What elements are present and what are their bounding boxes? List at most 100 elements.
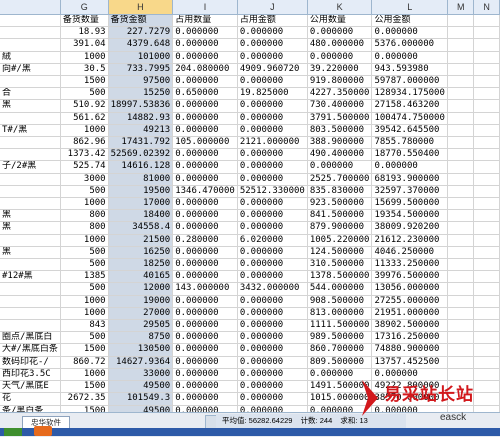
table-cell[interactable]: 17431.792	[108, 136, 174, 150]
empty-cell[interactable]	[473, 51, 500, 64]
table-cell[interactable]: 1500	[60, 75, 109, 89]
table-cell[interactable]: 943.593980	[371, 63, 449, 77]
table-cell[interactable]: 39542.645500	[371, 124, 449, 138]
table-cell[interactable]: 733.7995	[108, 63, 174, 77]
table-cell[interactable]: 49213	[108, 124, 174, 138]
empty-cell[interactable]	[447, 258, 475, 272]
row-label-cell[interactable]: 子/2#黑	[0, 160, 61, 174]
table-cell[interactable]: 0.000000	[172, 307, 238, 321]
table-cell[interactable]: 0.000000	[237, 258, 308, 272]
table-cell[interactable]: 0.000000	[172, 343, 238, 357]
table-cell[interactable]: 公用数量	[307, 14, 373, 28]
start-button[interactable]	[4, 428, 22, 436]
empty-cell[interactable]	[447, 234, 475, 247]
table-cell[interactable]: 49500	[108, 380, 174, 394]
table-cell[interactable]: 500	[60, 87, 109, 101]
data-grid[interactable]: G H I J K L M N 备货数量 备货金额 占用数量 占用金额 公用数量 公用金额…	[0, 0, 500, 436]
table-cell[interactable]: 0.000000	[172, 380, 238, 394]
table-cell[interactable]: 0.000000	[172, 209, 238, 223]
empty-cell[interactable]	[447, 221, 475, 235]
table-cell[interactable]: 占用数量	[172, 14, 238, 28]
table-cell[interactable]: 1385	[60, 270, 109, 284]
table-cell[interactable]: 13757.452500	[371, 356, 449, 369]
row-label-cell[interactable]	[0, 112, 61, 125]
table-cell[interactable]: 74880.900000	[371, 343, 449, 357]
table-cell[interactable]: 68193.900000	[371, 173, 449, 186]
row-label-cell[interactable]	[0, 14, 61, 28]
row-label-cell[interactable]: 黑	[0, 209, 61, 223]
table-cell[interactable]: 0.000000	[237, 307, 308, 321]
empty-cell[interactable]	[447, 112, 475, 125]
table-cell[interactable]: 500	[60, 282, 109, 296]
table-cell[interactable]: 0.280000	[172, 234, 238, 247]
table-cell[interactable]: 500	[60, 331, 109, 345]
row-label-cell[interactable]	[0, 319, 61, 333]
table-cell[interactable]: 0.000000	[371, 26, 449, 40]
table-cell[interactable]: 227.7279	[108, 26, 174, 40]
row-label-cell[interactable]: 数码印花-/	[0, 356, 61, 369]
empty-cell[interactable]	[447, 282, 475, 296]
table-cell[interactable]: 919.800000	[307, 75, 373, 89]
table-cell[interactable]: 33000	[108, 368, 174, 382]
table-cell[interactable]: 3000	[60, 173, 109, 186]
row-label-cell[interactable]: T#/黑	[0, 124, 61, 138]
table-cell[interactable]: 130500	[108, 343, 174, 357]
empty-cell[interactable]	[447, 295, 475, 308]
table-cell[interactable]: 204.080000	[172, 63, 238, 77]
table-cell[interactable]: 0.000000	[172, 270, 238, 284]
table-cell[interactable]: 841.500000	[307, 209, 373, 223]
table-cell[interactable]: 14882.93	[108, 112, 174, 125]
table-cell[interactable]: 143.000000	[172, 282, 238, 296]
empty-cell[interactable]	[473, 270, 500, 284]
table-cell[interactable]: 0.000000	[172, 99, 238, 113]
table-cell[interactable]: 0.000000	[237, 38, 308, 52]
table-cell[interactable]: 0.000000	[237, 112, 308, 125]
table-cell[interactable]: 81000	[108, 173, 174, 186]
table-cell[interactable]: 14627.9364	[108, 356, 174, 369]
column-header-j[interactable]: J	[237, 0, 308, 15]
row-label-cell[interactable]	[0, 234, 61, 247]
row-label-cell[interactable]: 圈点/黑底白	[0, 331, 61, 345]
empty-cell[interactable]	[473, 356, 500, 369]
table-cell[interactable]: 0.000000	[172, 221, 238, 235]
table-cell[interactable]: 1378.500000	[307, 270, 373, 284]
column-header-k[interactable]: K	[307, 0, 373, 15]
empty-cell[interactable]	[473, 331, 500, 345]
table-cell[interactable]: 101000	[108, 51, 174, 64]
table-cell[interactable]: 0.000000	[237, 368, 308, 382]
table-cell[interactable]: 0.000000	[237, 270, 308, 284]
table-cell[interactable]: 备货数量	[60, 14, 109, 28]
table-cell[interactable]: 101549.3	[108, 392, 174, 406]
table-cell[interactable]: 0.000000	[237, 51, 308, 64]
empty-cell[interactable]	[473, 75, 500, 89]
table-cell[interactable]: 3432.000000	[237, 282, 308, 296]
table-cell[interactable]: 0.000000	[172, 148, 238, 162]
table-cell[interactable]: 0.000000	[237, 99, 308, 113]
empty-cell[interactable]	[447, 63, 475, 77]
row-label-cell[interactable]: 大#/黑底白条	[0, 343, 61, 357]
table-cell[interactable]: 1000	[60, 197, 109, 211]
empty-cell[interactable]	[447, 38, 475, 52]
empty-cell[interactable]	[447, 270, 475, 284]
table-cell[interactable]: 11333.250000	[371, 258, 449, 272]
table-cell[interactable]: 0.000000	[307, 160, 373, 174]
table-cell[interactable]: 0.000000	[172, 124, 238, 138]
empty-cell[interactable]	[473, 343, 500, 357]
table-cell[interactable]: 0.000000	[237, 160, 308, 174]
row-label-cell[interactable]: #12#黑	[0, 270, 61, 284]
table-cell[interactable]: 1500	[60, 343, 109, 357]
table-cell[interactable]: 860.700000	[307, 343, 373, 357]
empty-cell[interactable]	[473, 38, 500, 52]
table-cell[interactable]: 1500	[60, 380, 109, 394]
table-cell[interactable]: 128934.175000	[371, 87, 449, 101]
table-cell[interactable]: 0.000000	[237, 246, 308, 260]
table-cell[interactable]: 0.000000	[237, 26, 308, 40]
table-cell[interactable]: 21612.230000	[371, 234, 449, 247]
column-header-n[interactable]: N	[473, 0, 500, 15]
empty-cell[interactable]	[473, 124, 500, 138]
row-label-cell[interactable]: 向#/黑	[0, 63, 61, 77]
table-cell[interactable]: 0.000000	[172, 26, 238, 40]
empty-cell[interactable]	[473, 185, 500, 199]
table-cell[interactable]: 989.500000	[307, 331, 373, 345]
empty-cell[interactable]	[447, 26, 475, 40]
